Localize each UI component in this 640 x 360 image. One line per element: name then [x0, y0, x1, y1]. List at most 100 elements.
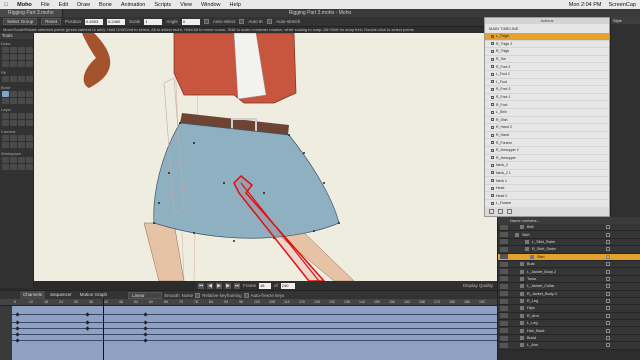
- tool-button[interactable]: [10, 98, 17, 104]
- tool-button[interactable]: [26, 91, 33, 97]
- end-button[interactable]: ⏭: [234, 282, 240, 289]
- layer-row[interactable]: Hips: [498, 305, 640, 313]
- menu-draw[interactable]: Draw: [77, 2, 90, 8]
- tool-button[interactable]: [18, 142, 25, 148]
- tool-button[interactable]: [2, 98, 9, 104]
- keyframe[interactable]: [143, 326, 148, 331]
- layer-row[interactable]: L_Arm: [498, 342, 640, 350]
- action-item[interactable]: Head 2: [485, 192, 609, 201]
- layer-toggle-icon[interactable]: [606, 321, 610, 326]
- layer-row[interactable]: Bust: [498, 260, 640, 269]
- tool-button[interactable]: [26, 157, 33, 163]
- keyframe[interactable]: [143, 320, 148, 325]
- leg-left[interactable]: [143, 222, 185, 281]
- timeline-tracks[interactable]: [0, 306, 497, 360]
- position-x-field[interactable]: 0.4003: [85, 18, 104, 25]
- tool-button[interactable]: [18, 98, 25, 104]
- menu-bone[interactable]: Bone: [99, 2, 112, 8]
- tool-button[interactable]: [2, 61, 9, 67]
- layer-row[interactable]: L_Skirt_Swim: [498, 238, 640, 247]
- canvas[interactable]: [34, 33, 497, 281]
- action-item[interactable]: Head: [485, 185, 609, 193]
- action-item[interactable]: R_Hand: [485, 132, 609, 140]
- tab-sequencer[interactable]: Sequencer: [47, 291, 75, 299]
- tool-button[interactable]: [18, 120, 25, 126]
- main-timeline-item[interactable]: MAIN TIMELINE: [485, 24, 609, 33]
- layer-row[interactable]: L_Jacket_Collar: [498, 283, 640, 291]
- tool-button[interactable]: [26, 120, 33, 126]
- keyframe[interactable]: [85, 312, 90, 317]
- menu-moho[interactable]: Moho: [17, 2, 32, 8]
- tool-button[interactable]: [10, 113, 17, 119]
- position-y-field[interactable]: 0.2460: [107, 18, 126, 25]
- layer-toggle-icon[interactable]: [606, 254, 610, 259]
- visibility-icon[interactable]: [500, 232, 508, 238]
- layer-row[interactable]: R_Arm: [498, 312, 640, 321]
- layer-toggle-icon[interactable]: [606, 284, 610, 289]
- tool-button[interactable]: [26, 61, 33, 67]
- auto-select-checkbox[interactable]: [203, 19, 209, 24]
- noise-label[interactable]: Noise: [182, 293, 194, 298]
- tool-button[interactable]: [26, 135, 33, 141]
- menu-help[interactable]: Help: [230, 2, 241, 8]
- tab-channels[interactable]: Channels: [20, 291, 46, 299]
- action-item[interactable]: Neck_2: [485, 162, 609, 170]
- tool-button[interactable]: [18, 135, 25, 141]
- tool-button[interactable]: [2, 120, 9, 126]
- visibility-icon[interactable]: [500, 254, 508, 260]
- auto-stretch-checkbox[interactable]: [267, 19, 273, 24]
- keyframe[interactable]: [85, 320, 90, 325]
- rewind-button[interactable]: ⏮: [198, 282, 204, 289]
- action-item[interactable]: R_Foot 3: [485, 86, 609, 94]
- screencap-label[interactable]: ScreenCap: [608, 2, 636, 8]
- new-action-icon[interactable]: [489, 209, 494, 214]
- menu-file[interactable]: File: [41, 2, 50, 8]
- tool-button[interactable]: [26, 98, 33, 104]
- keyframe[interactable]: [143, 332, 148, 337]
- tool-button[interactable]: [18, 157, 25, 163]
- keyframe[interactable]: [15, 320, 20, 325]
- layer-toggle-icon[interactable]: [606, 336, 610, 341]
- tool-button[interactable]: [2, 47, 9, 53]
- tool-button[interactable]: [10, 61, 17, 67]
- tool-button[interactable]: [26, 113, 33, 119]
- scale-field[interactable]: 1: [144, 18, 163, 25]
- action-item[interactable]: R_Hand 2: [485, 124, 609, 132]
- layers-search[interactable]: Name contains...: [498, 217, 640, 224]
- frame-field[interactable]: 18: [259, 282, 272, 289]
- tool-button[interactable]: [2, 142, 9, 148]
- tool-button[interactable]: [26, 142, 33, 148]
- action-item[interactable]: R_Foot: [485, 101, 609, 109]
- tool-button[interactable]: [18, 113, 25, 119]
- visibility-icon[interactable]: [500, 342, 508, 348]
- action-item[interactable]: Neck 1: [485, 177, 609, 185]
- visibility-icon[interactable]: [500, 224, 508, 230]
- menu-scripts[interactable]: Scripts: [154, 2, 171, 8]
- layer-toggle-icon[interactable]: [606, 306, 610, 311]
- visibility-icon[interactable]: [500, 320, 508, 326]
- visibility-icon[interactable]: [500, 283, 508, 289]
- tool-button[interactable]: [18, 54, 25, 60]
- action-item[interactable]: R_Foot 2: [485, 63, 609, 71]
- layer-row[interactable]: R_Skirt_Swim: [498, 246, 640, 254]
- tool-button[interactable]: [10, 76, 17, 82]
- layer-toggle-icon[interactable]: [606, 239, 610, 244]
- layer-row[interactable]: R_Jacket_Body 4: [498, 290, 640, 298]
- character-artwork[interactable]: [34, 33, 497, 281]
- tool-button[interactable]: [10, 142, 17, 148]
- tool-button[interactable]: [2, 157, 9, 163]
- action-item[interactable]: L_Foot 2: [485, 71, 609, 79]
- layer-row[interactable]: Belt: [498, 224, 640, 232]
- action-item[interactable]: R_Armupper 2: [485, 147, 609, 155]
- action-item[interactable]: R_Foot 1: [485, 94, 609, 102]
- smooth-label[interactable]: Smooth: [164, 293, 180, 298]
- tool-button[interactable]: [10, 91, 17, 97]
- play-button[interactable]: ▶: [216, 282, 222, 289]
- layer-row[interactable]: L_Leg: [498, 320, 640, 328]
- tool-button[interactable]: [10, 54, 17, 60]
- layer-row[interactable]: L_Jacket_Body 2: [498, 268, 640, 276]
- layer-toggle-icon[interactable]: [606, 247, 610, 252]
- tool-button[interactable]: [18, 91, 25, 97]
- tool-button[interactable]: [2, 135, 9, 141]
- tool-button[interactable]: [10, 47, 17, 53]
